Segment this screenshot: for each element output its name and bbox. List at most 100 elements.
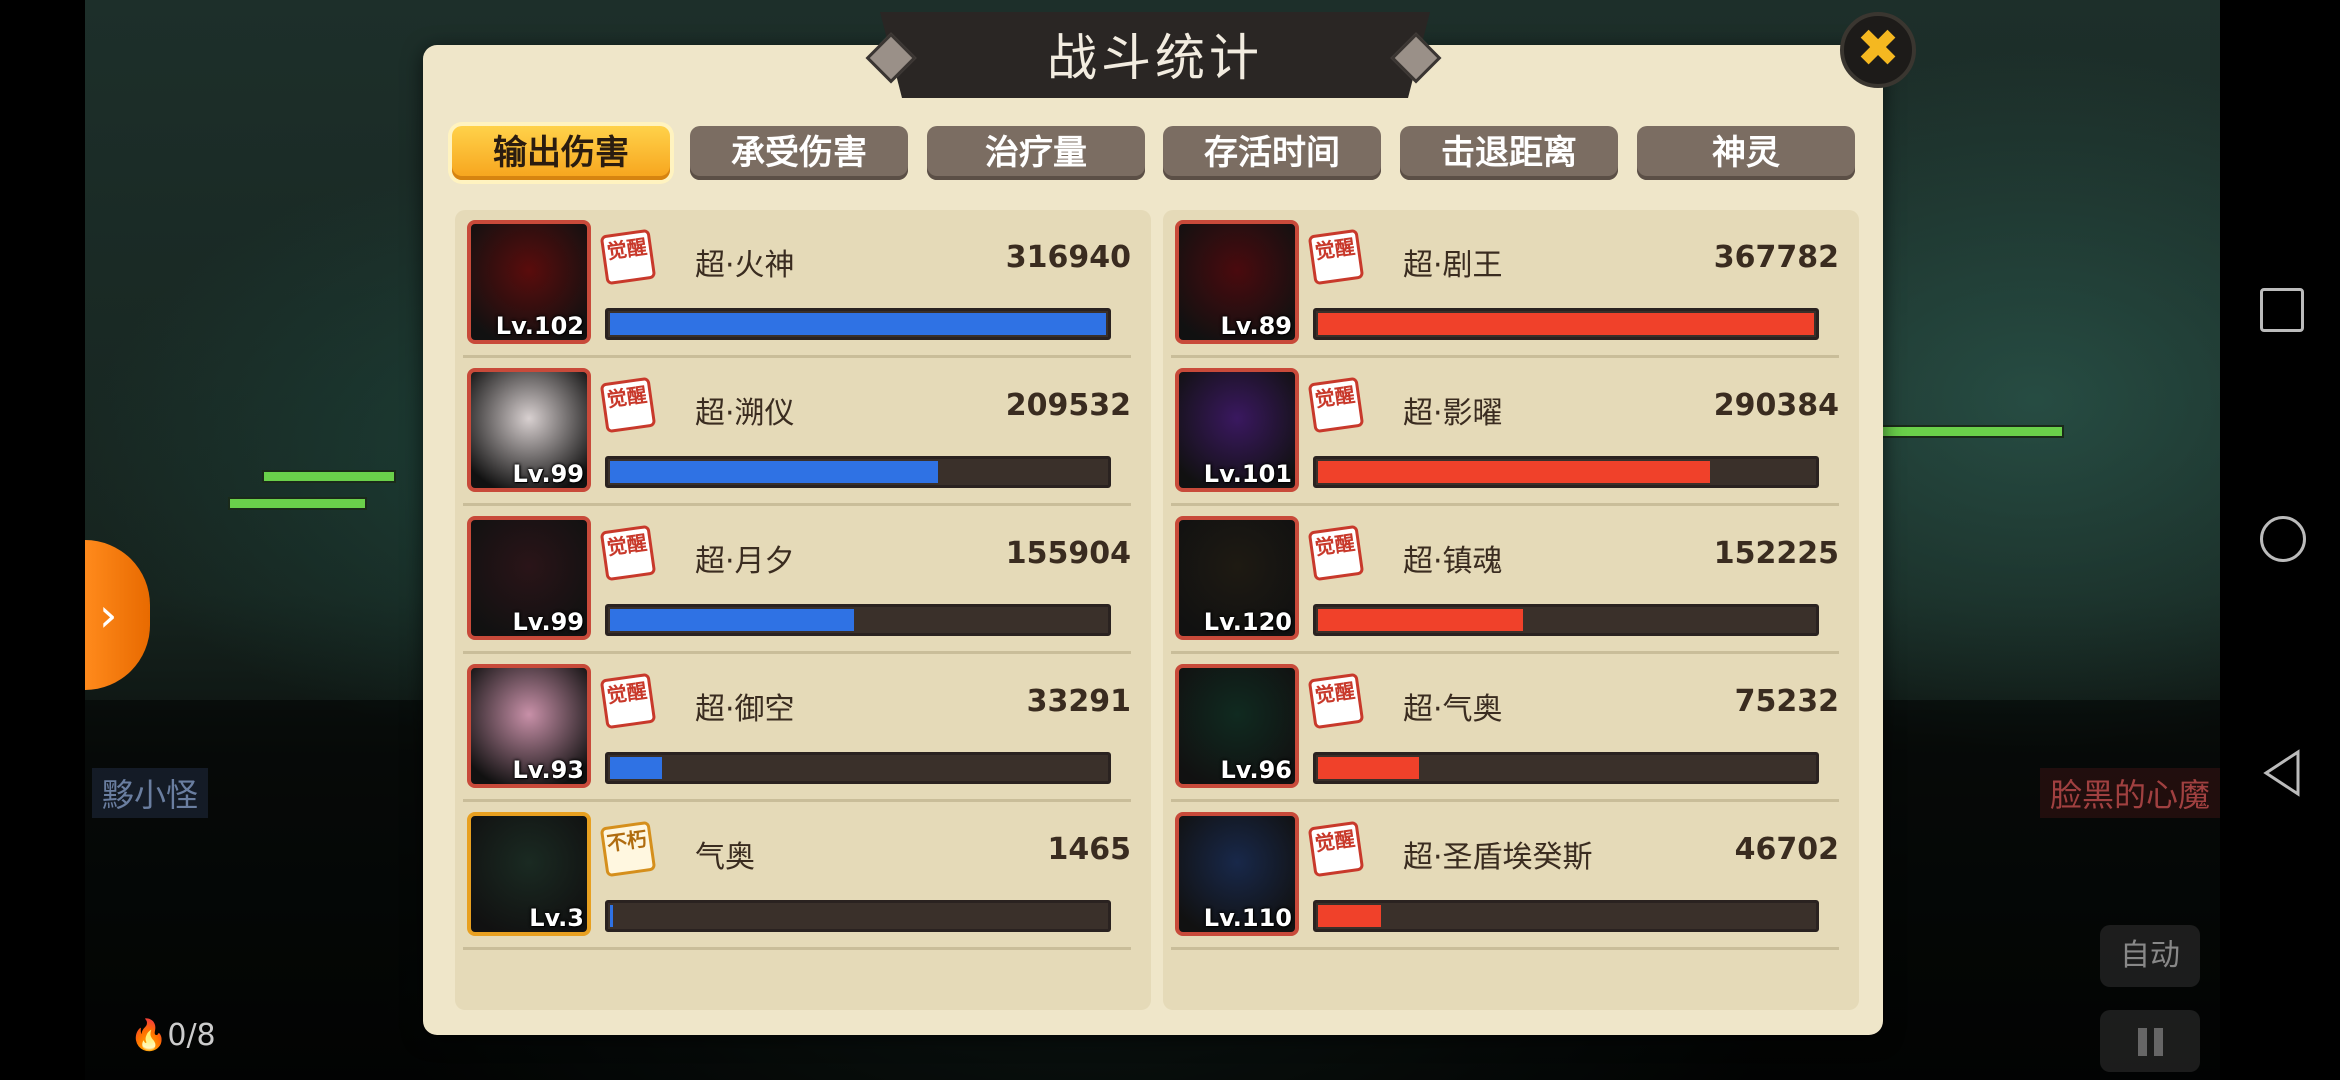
- damage-bar-fill: [610, 313, 1106, 335]
- badge-label: 觉醒: [1313, 234, 1357, 264]
- right-team-list: Lv.89 觉醒 超·剧王 367782 Lv.101 觉醒 超·影曜 290384 Lv.12…: [1163, 210, 1859, 1010]
- hero-level: Lv.96: [1220, 756, 1293, 784]
- hero-portrait[interactable]: Lv.102: [467, 220, 591, 344]
- left-hero-row: Lv.102 觉醒 超·火神 316940: [455, 210, 1151, 358]
- damage-bar-fill: [610, 461, 938, 483]
- close-icon: ✖: [1856, 19, 1900, 79]
- awaken-badge-icon: 觉醒: [1307, 376, 1365, 434]
- badge-label: 觉醒: [605, 382, 649, 412]
- hero-damage-value: 290384: [1713, 388, 1839, 423]
- awaken-badge-icon: 觉醒: [599, 376, 657, 434]
- hero-damage-value: 209532: [1005, 388, 1131, 423]
- hero-damage-value: 152225: [1713, 536, 1839, 571]
- hero-level: Lv.120: [1203, 608, 1292, 636]
- hero-level: Lv.99: [512, 608, 585, 636]
- left-team-label: 黟小怪: [92, 768, 209, 818]
- energy-counter: 🔥0/8: [130, 1018, 216, 1053]
- auto-button[interactable]: 自动: [2100, 925, 2200, 987]
- badge-label: 觉醒: [1313, 382, 1357, 412]
- pause-button[interactable]: [2100, 1010, 2200, 1072]
- hero-level: Lv.101: [1203, 460, 1292, 488]
- chevron-right-icon: ›: [99, 588, 118, 642]
- damage-bar-fill: [1318, 313, 1814, 335]
- damage-bar: [1313, 752, 1819, 784]
- hero-name: 气奥: [695, 840, 755, 875]
- damage-bar: [605, 456, 1111, 488]
- damage-bar-fill: [1318, 757, 1420, 779]
- badge-label: 觉醒: [605, 530, 649, 560]
- hero-portrait[interactable]: Lv.96: [1175, 664, 1299, 788]
- hero-name: 超·气奥: [1403, 692, 1503, 727]
- immortal-badge-icon: 不朽: [599, 820, 657, 878]
- right-hero-row: Lv.101 觉醒 超·影曜 290384: [1163, 358, 1859, 506]
- awaken-badge-icon: 觉醒: [1307, 228, 1365, 286]
- awaken-badge-icon: 觉醒: [1307, 820, 1365, 878]
- hero-damage-value: 75232: [1734, 684, 1839, 719]
- right-hero-row: Lv.89 觉醒 超·剧王 367782: [1163, 210, 1859, 358]
- hero-name: 超·月夕: [695, 544, 795, 579]
- hero-portrait[interactable]: Lv.99: [467, 368, 591, 492]
- right-team-label: 脸黑的心魔: [2040, 768, 2221, 818]
- hero-level: Lv.110: [1203, 904, 1292, 932]
- tab-4[interactable]: 击退距离: [1400, 126, 1618, 180]
- energy-value: 0/8: [167, 1018, 216, 1053]
- hero-name: 超·火神: [695, 248, 795, 283]
- damage-bar-fill: [1318, 905, 1381, 927]
- hero-level: Lv.89: [1220, 312, 1293, 340]
- hero-level: Lv.102: [495, 312, 584, 340]
- damage-bar-fill: [610, 757, 663, 779]
- awaken-badge-icon: 觉醒: [599, 672, 657, 730]
- right-hero-row: Lv.96 觉醒 超·气奥 75232: [1163, 654, 1859, 802]
- badge-label: 觉醒: [605, 234, 649, 264]
- row-divider: [463, 947, 1131, 950]
- hero-damage-value: 155904: [1005, 536, 1131, 571]
- damage-bar-fill: [1318, 461, 1710, 483]
- hero-damage-value: 316940: [1005, 240, 1131, 275]
- badge-label: 不朽: [605, 826, 649, 856]
- awaken-badge-icon: 觉醒: [599, 228, 657, 286]
- damage-bar: [605, 900, 1111, 932]
- right-hero-row: Lv.110 觉醒 超·圣盾埃癸斯 46702: [1163, 802, 1859, 950]
- hero-portrait[interactable]: Lv.89: [1175, 220, 1299, 344]
- hero-portrait[interactable]: Lv.101: [1175, 368, 1299, 492]
- home-icon[interactable]: [2260, 516, 2306, 562]
- damage-bar-fill: [610, 905, 613, 927]
- hero-portrait[interactable]: Lv.3: [467, 812, 591, 936]
- left-hero-row: Lv.99 觉醒 超·溯仪 209532: [455, 358, 1151, 506]
- tab-3[interactable]: 存活时间: [1163, 126, 1381, 180]
- hero-level: Lv.99: [512, 460, 585, 488]
- right-hero-row: Lv.120 觉醒 超·镇魂 152225: [1163, 506, 1859, 654]
- hero-name: 超·圣盾埃癸斯: [1403, 840, 1593, 875]
- hero-portrait[interactable]: Lv.110: [1175, 812, 1299, 936]
- tab-0[interactable]: 输出伤害: [452, 126, 670, 180]
- badge-label: 觉醒: [1313, 530, 1357, 560]
- enemy-hp-bar: [228, 497, 367, 510]
- hero-name: 超·影曜: [1403, 396, 1503, 431]
- damage-bar: [605, 604, 1111, 636]
- row-divider: [1171, 947, 1839, 950]
- tab-2[interactable]: 治疗量: [927, 126, 1145, 180]
- damage-bar-fill: [1318, 609, 1524, 631]
- close-button[interactable]: ✖: [1840, 12, 1916, 88]
- hero-name: 超·镇魂: [1403, 544, 1503, 579]
- hero-portrait[interactable]: Lv.120: [1175, 516, 1299, 640]
- hero-level: Lv.93: [512, 756, 585, 784]
- recent-apps-icon[interactable]: [2260, 288, 2304, 332]
- back-icon[interactable]: [2260, 748, 2304, 797]
- left-team-list: Lv.102 觉醒 超·火神 316940 Lv.99 觉醒 超·溯仪 209532 Lv.99…: [455, 210, 1151, 1010]
- hero-damage-value: 1465: [1047, 832, 1132, 867]
- tab-5[interactable]: 神灵: [1637, 126, 1855, 180]
- damage-bar-fill: [610, 609, 854, 631]
- damage-bar: [1313, 604, 1819, 636]
- damage-bar: [1313, 308, 1819, 340]
- damage-bar: [1313, 900, 1819, 932]
- awaken-badge-icon: 觉醒: [1307, 672, 1365, 730]
- tab-1[interactable]: 承受伤害: [690, 126, 908, 180]
- badge-label: 觉醒: [1313, 826, 1357, 856]
- hero-damage-value: 367782: [1713, 240, 1839, 275]
- hero-name: 超·溯仪: [695, 396, 795, 431]
- hero-damage-value: 46702: [1734, 832, 1839, 867]
- awaken-badge-icon: 觉醒: [1307, 524, 1365, 582]
- hero-portrait[interactable]: Lv.93: [467, 664, 591, 788]
- hero-portrait[interactable]: Lv.99: [467, 516, 591, 640]
